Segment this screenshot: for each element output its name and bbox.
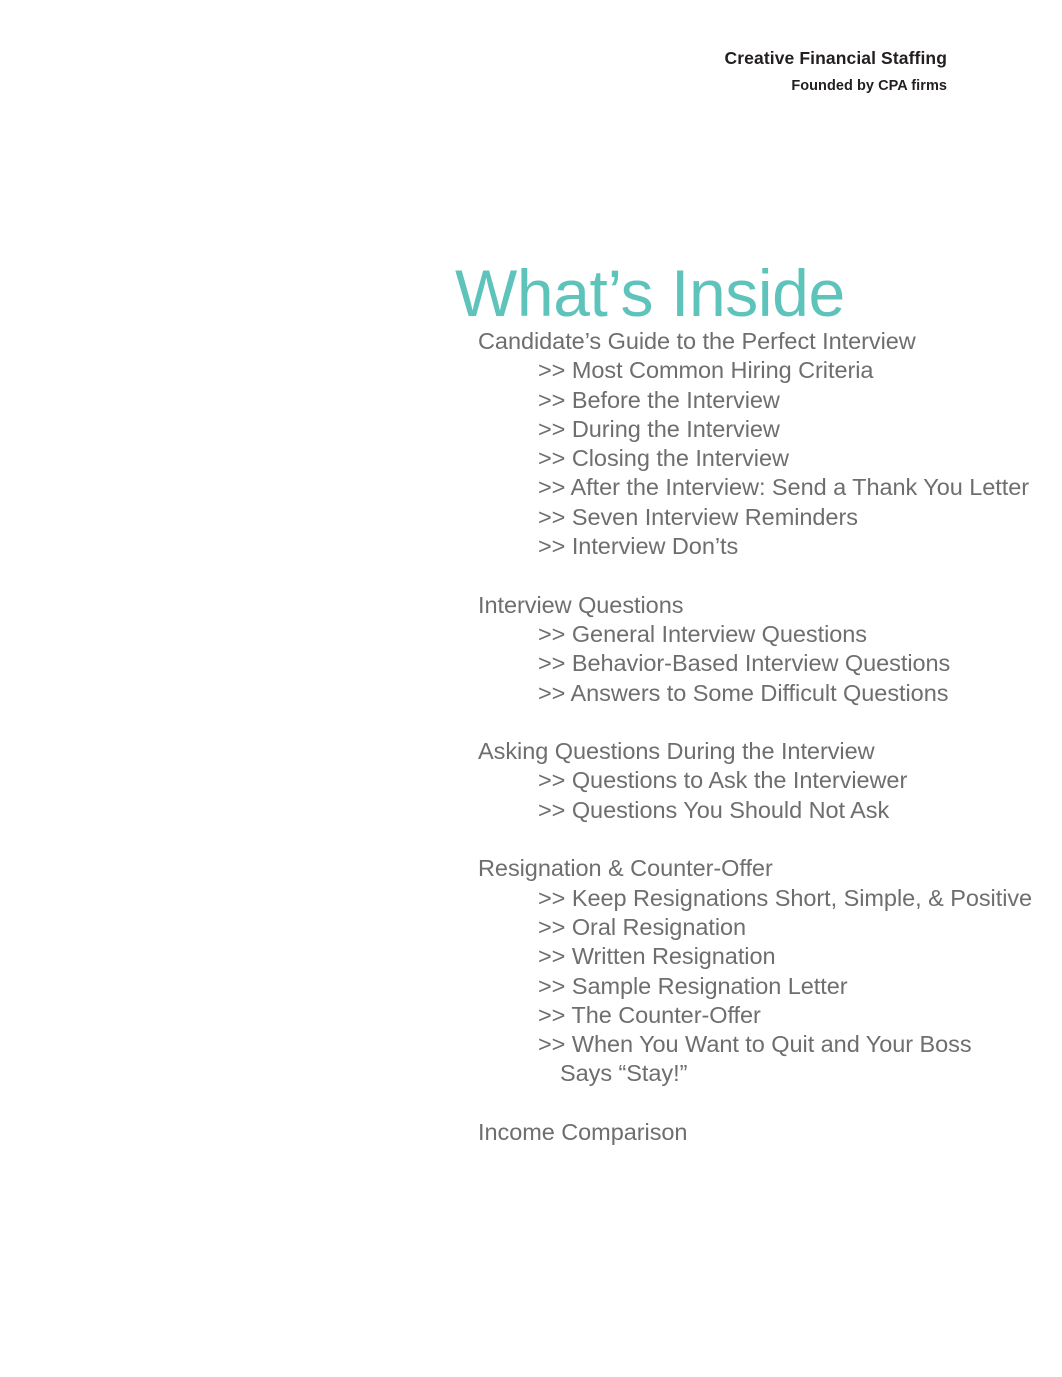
- document-page: Creative Financial Staffing Founded by C…: [0, 0, 1062, 1377]
- toc-entry[interactable]: >> Behavior-Based Interview Questions: [478, 649, 1038, 678]
- toc-entry[interactable]: >> When You Want to Quit and Your Boss: [478, 1030, 1038, 1059]
- toc-entry[interactable]: >> Oral Resignation: [478, 913, 1038, 942]
- toc-entry[interactable]: >> Questions to Ask the Interviewer: [478, 766, 1038, 795]
- letterhead-tagline: Founded by CPA firms: [791, 77, 947, 94]
- toc-entry[interactable]: >> Questions You Should Not Ask: [478, 796, 1038, 825]
- toc-entry[interactable]: >> Seven Interview Reminders: [478, 503, 1038, 532]
- page-title: What’s Inside: [455, 256, 845, 331]
- toc-entry[interactable]: >> Written Resignation: [478, 942, 1038, 971]
- table-of-contents: Candidate’s Guide to the Perfect Intervi…: [478, 327, 1038, 1147]
- toc-section: Resignation & Counter-Offer >> Keep Resig…: [478, 854, 1038, 1088]
- toc-section: Candidate’s Guide to the Perfect Intervi…: [478, 327, 1038, 561]
- toc-entry[interactable]: >> Keep Resignations Short, Simple, & Po…: [478, 884, 1038, 913]
- toc-entry[interactable]: >> Before the Interview: [478, 386, 1038, 415]
- toc-entry[interactable]: >> Most Common Hiring Criteria: [478, 356, 1038, 385]
- toc-section-heading[interactable]: Candidate’s Guide to the Perfect Intervi…: [478, 327, 1038, 356]
- letterhead: Creative Financial Staffing Founded by C…: [0, 48, 947, 95]
- toc-section-heading[interactable]: Asking Questions During the Interview: [478, 737, 1038, 766]
- toc-entry[interactable]: >> General Interview Questions: [478, 620, 1038, 649]
- toc-section-heading[interactable]: Resignation & Counter-Offer: [478, 854, 1038, 883]
- toc-entry[interactable]: >> Answers to Some Difficult Questions: [478, 679, 1038, 708]
- letterhead-company-name: Creative Financial Staffing: [724, 48, 947, 68]
- toc-entry[interactable]: >> During the Interview: [478, 415, 1038, 444]
- toc-section: Income Comparison: [478, 1118, 1038, 1147]
- toc-entry[interactable]: >> The Counter-Offer: [478, 1001, 1038, 1030]
- toc-entry[interactable]: >> Interview Don’ts: [478, 532, 1038, 561]
- toc-section: Asking Questions During the Interview >> …: [478, 737, 1038, 825]
- toc-section-heading[interactable]: Income Comparison: [478, 1118, 1038, 1147]
- toc-entry[interactable]: >> After the Interview: Send a Thank You…: [478, 473, 1038, 502]
- toc-section: Interview Questions >> General Interview …: [478, 591, 1038, 708]
- toc-entry[interactable]: >> Closing the Interview: [478, 444, 1038, 473]
- toc-entry-continuation: Says “Stay!”: [560, 1060, 688, 1087]
- toc-entry[interactable]: >> Sample Resignation Letter: [478, 972, 1038, 1001]
- toc-section-heading[interactable]: Interview Questions: [478, 591, 1038, 620]
